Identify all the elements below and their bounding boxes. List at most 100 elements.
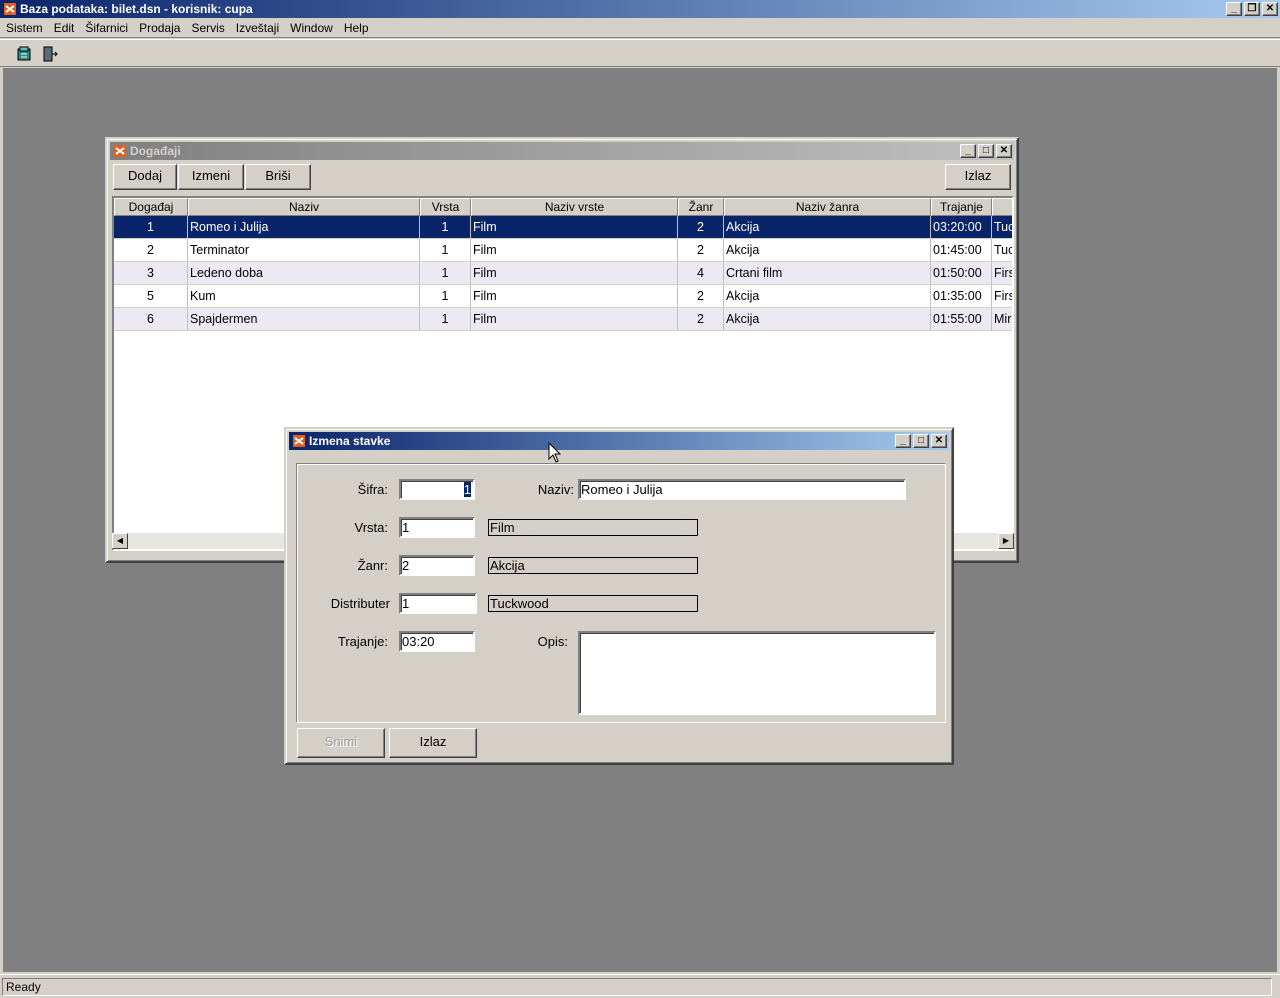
- zanr-name-display: Akcija: [488, 557, 698, 574]
- app-icon: [4, 3, 16, 15]
- add-button-label: Dodaj: [128, 168, 162, 183]
- cell-distributer: Firs: [992, 262, 1012, 284]
- mdi-workspace: Događaji _ □ ✕ Dodaj Izmeni Briši Izlaz …: [3, 68, 1277, 972]
- table-row[interactable]: 5 Kum 1 Film 2 Akcija 01:35:00 Firs: [114, 285, 1012, 308]
- exit-app-button[interactable]: [38, 43, 62, 65]
- cell-zanr: 2: [678, 308, 724, 330]
- minimize-icon[interactable]: _: [960, 144, 976, 158]
- dialog-exit-button[interactable]: Izlaz: [389, 728, 477, 758]
- trajanje-field[interactable]: 03:20: [399, 631, 475, 652]
- status-text: Ready: [2, 978, 1272, 996]
- menu-servis[interactable]: Servis: [187, 19, 228, 37]
- database-icon: [17, 46, 31, 61]
- sifra-value: 1: [463, 482, 471, 497]
- cell-naziv-zanra: Crtani film: [724, 262, 931, 284]
- cell-zanr: 2: [678, 216, 724, 238]
- cell-zanr: 2: [678, 285, 724, 307]
- menu-edit[interactable]: Edit: [50, 19, 79, 37]
- cell-distributer: Mir: [992, 308, 1012, 330]
- exit-button[interactable]: Izlaz: [945, 164, 1011, 190]
- cell-trajanje: 01:55:00: [931, 308, 992, 330]
- table-row[interactable]: 2 Terminator 1 Film 2 Akcija 01:45:00 Tu…: [114, 239, 1012, 262]
- table-row[interactable]: 3 Ledeno doba 1 Film 4 Crtani film 01:50…: [114, 262, 1012, 285]
- cell-id: 3: [114, 262, 188, 284]
- statusbar: Ready: [0, 974, 1280, 998]
- window-icon: [293, 435, 305, 447]
- app-window-controls: _ ❐ ✕: [1226, 2, 1278, 16]
- menu-prodaja[interactable]: Prodaja: [135, 19, 184, 37]
- col-header-naziv[interactable]: Naziv: [188, 198, 420, 216]
- col-header-dogadjaj[interactable]: Događaj: [114, 198, 188, 216]
- menu-help[interactable]: Help: [340, 19, 373, 37]
- cell-vrsta: 1: [420, 308, 471, 330]
- cell-naziv-zanra: Akcija: [724, 285, 931, 307]
- col-header-naziv-vrste[interactable]: Naziv vrste: [471, 198, 678, 216]
- events-window-title: Događaji: [130, 144, 181, 158]
- trajanje-label: Trajanje:: [337, 634, 388, 649]
- connect-db-button[interactable]: [12, 43, 36, 65]
- cell-naziv-vrste: Film: [471, 239, 678, 261]
- edit-button-label: Izmeni: [191, 168, 231, 183]
- save-button[interactable]: Snimi: [297, 728, 385, 758]
- menu-sifarnici[interactable]: Šifarnici: [81, 19, 132, 37]
- close-icon[interactable]: ✕: [931, 434, 947, 448]
- edit-dialog-titlebar: Izmena stavke _ □ ✕: [289, 432, 949, 450]
- scroll-left-icon[interactable]: ◀: [112, 533, 128, 549]
- cell-trajanje: 01:50:00: [931, 262, 992, 284]
- window-icon: [114, 145, 126, 157]
- app-titlebar: Baza podataka: bilet.dsn - korisnik: cup…: [0, 0, 1280, 18]
- col-header-trajanje[interactable]: Trajanje: [931, 198, 992, 216]
- cell-naziv-zanra: Akcija: [724, 308, 931, 330]
- vrsta-name-display: Film: [488, 519, 698, 536]
- col-header-distributer[interactable]: [992, 198, 1012, 216]
- cell-id: 2: [114, 239, 188, 261]
- close-icon[interactable]: ✕: [996, 144, 1012, 158]
- cell-naziv-zanra: Akcija: [724, 216, 931, 238]
- exit-button-label: Izlaz: [964, 168, 992, 183]
- cell-id: 1: [114, 216, 188, 238]
- maximize-icon[interactable]: □: [978, 144, 994, 158]
- sifra-field[interactable]: 1: [399, 479, 475, 500]
- cell-trajanje: 01:45:00: [931, 239, 992, 261]
- menu-window[interactable]: Window: [286, 19, 337, 37]
- col-header-naziv-zanra[interactable]: Naziv žanra: [724, 198, 931, 216]
- minimize-icon[interactable]: _: [895, 434, 911, 448]
- exit-door-icon: [43, 46, 58, 62]
- cell-naziv-vrste: Film: [471, 216, 678, 238]
- zanr-field[interactable]: 2: [399, 555, 475, 576]
- restore-icon[interactable]: ❐: [1244, 2, 1260, 16]
- scroll-right-icon[interactable]: ▶: [998, 533, 1014, 549]
- cell-naziv-vrste: Film: [471, 285, 678, 307]
- app-title: Baza podataka: bilet.dsn - korisnik: cup…: [20, 2, 253, 16]
- table-row[interactable]: 1 Romeo i Julija 1 Film 2 Akcija 03:20:0…: [114, 216, 1012, 239]
- delete-button-label: Briši: [265, 168, 291, 183]
- cell-naziv: Romeo i Julija: [188, 216, 420, 238]
- zanr-label: Žanr:: [357, 558, 388, 573]
- events-window-titlebar: Događaji _ □ ✕: [110, 142, 1014, 160]
- menu-izvestaji[interactable]: Izveštaji: [232, 19, 283, 37]
- vrsta-field[interactable]: 1: [399, 517, 475, 538]
- cell-distributer: Tuc: [992, 216, 1012, 238]
- minimize-icon[interactable]: _: [1226, 2, 1242, 16]
- menu-sistem[interactable]: Sistem: [2, 19, 47, 37]
- col-header-zanr[interactable]: Žanr: [678, 198, 724, 216]
- cell-id: 5: [114, 285, 188, 307]
- close-icon[interactable]: ✕: [1262, 2, 1278, 16]
- maximize-icon[interactable]: □: [913, 434, 929, 448]
- distributer-label: Distributer: [330, 596, 390, 611]
- cell-id: 6: [114, 308, 188, 330]
- cell-zanr: 2: [678, 239, 724, 261]
- table-row[interactable]: 6 Spajdermen 1 Film 2 Akcija 01:55:00 Mi…: [114, 308, 1012, 331]
- cell-naziv: Spajdermen: [188, 308, 420, 330]
- opis-textarea[interactable]: [578, 631, 936, 715]
- cell-distributer: Firs: [992, 285, 1012, 307]
- col-header-vrsta[interactable]: Vrsta: [420, 198, 471, 216]
- edit-button[interactable]: Izmeni: [178, 164, 244, 190]
- cell-naziv: Kum: [188, 285, 420, 307]
- distributer-field[interactable]: 1: [399, 593, 477, 614]
- cell-vrsta: 1: [420, 216, 471, 238]
- add-button[interactable]: Dodaj: [113, 164, 177, 190]
- delete-button[interactable]: Briši: [245, 164, 311, 190]
- cell-trajanje: 01:35:00: [931, 285, 992, 307]
- naziv-field[interactable]: Romeo i Julija: [578, 479, 906, 500]
